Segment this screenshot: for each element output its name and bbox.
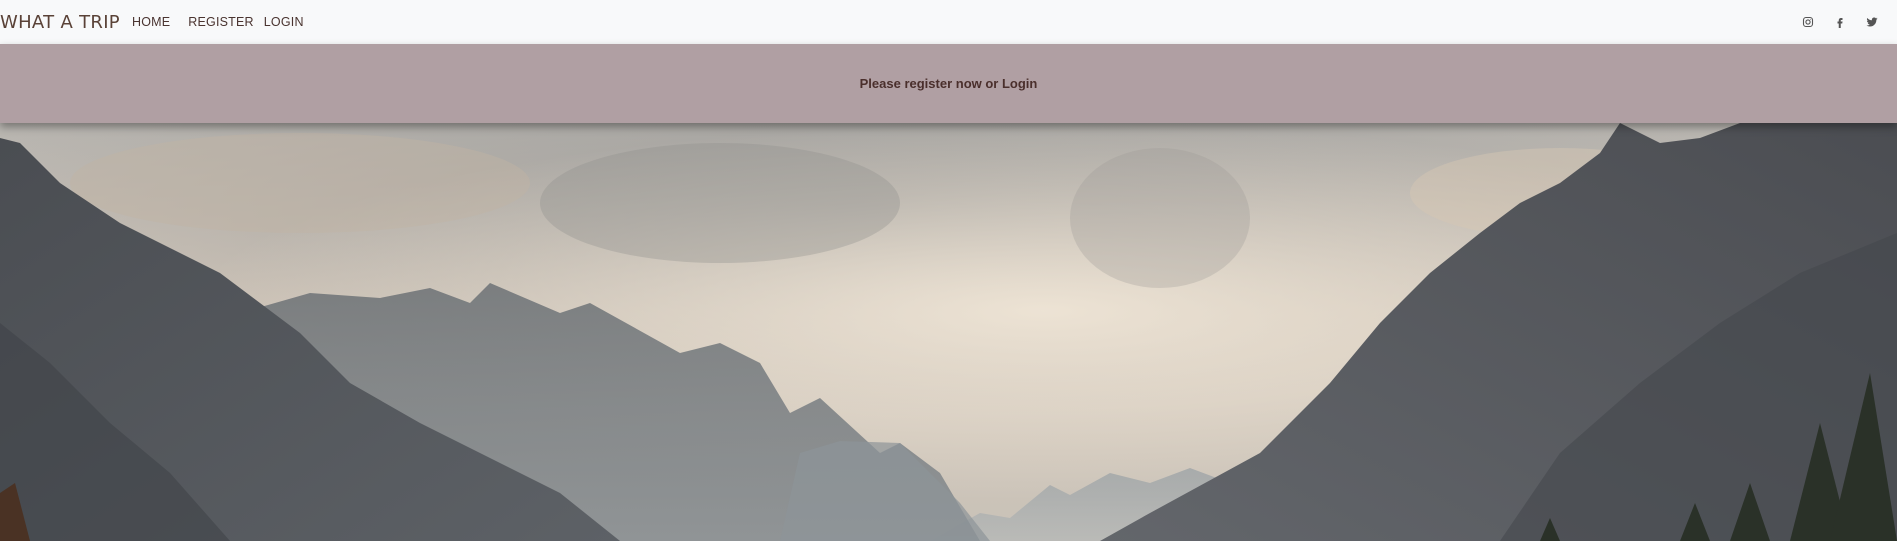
nav-link-home[interactable]: HOME bbox=[132, 15, 170, 29]
social-links bbox=[1801, 0, 1897, 44]
facebook-icon[interactable] bbox=[1833, 15, 1847, 29]
top-navbar: WHAT A TRIP HOME REGISTER LOGIN bbox=[0, 0, 1897, 44]
register-notice-text: Please register now or Login bbox=[859, 76, 1038, 91]
nav-link-login[interactable]: LOGIN bbox=[264, 15, 304, 29]
brand-logo[interactable]: WHAT A TRIP bbox=[0, 12, 120, 33]
nav-link-register[interactable]: REGISTER bbox=[188, 15, 254, 29]
twitter-icon[interactable] bbox=[1865, 15, 1879, 29]
nav-links: HOME REGISTER LOGIN bbox=[132, 15, 304, 29]
instagram-icon[interactable] bbox=[1801, 15, 1815, 29]
mountain-landscape-image bbox=[0, 123, 1897, 541]
register-notice-banner: Please register now or Login bbox=[0, 44, 1897, 123]
hero-image bbox=[0, 123, 1897, 541]
